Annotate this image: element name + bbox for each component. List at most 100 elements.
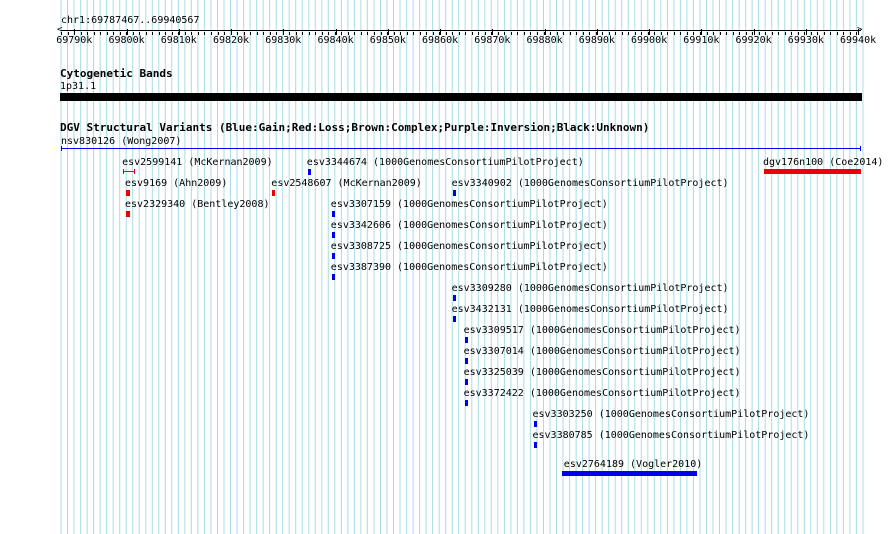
ruler-minor-tick (576, 32, 578, 35)
dgv-feature-label[interactable]: esv2329340 (Bentley2008) (125, 199, 270, 211)
ruler-minor-tick (354, 32, 356, 35)
dgv-feature-label[interactable]: esv3307014 (1000GenomesConsortiumPilotPr… (464, 346, 741, 358)
dgv-feature-bar[interactable] (533, 421, 537, 427)
dgv-feature-end-cap (134, 169, 136, 174)
ruler-tick-label: 69850k (369, 35, 406, 46)
dgv-feature-end-cap (860, 146, 861, 151)
dgv-feature-bar[interactable] (533, 442, 537, 448)
ruler-minor-tick (471, 32, 473, 35)
ruler-tick-label: 69930k (787, 35, 824, 46)
dgv-feature-bar[interactable] (764, 169, 861, 174)
ruler-minor-tick (145, 32, 147, 35)
dgv-feature-bar[interactable] (561, 471, 697, 476)
ruler-minor-tick (250, 32, 252, 35)
dgv-feature-bar[interactable] (464, 337, 468, 343)
dgv-feature-label[interactable]: esv3303250 (1000GenomesConsortiumPilotPr… (533, 409, 810, 421)
dgv-feature-label[interactable]: esv3308725 (1000GenomesConsortiumPilotPr… (331, 241, 608, 253)
ruler-minor-tick (673, 32, 675, 35)
cytoband-track-title[interactable]: Cytogenetic Bands (60, 68, 173, 80)
ruler-minor-tick (158, 32, 160, 35)
dgv-feature-label[interactable]: esv3344674 (1000GenomesConsortiumPilotPr… (307, 157, 584, 169)
dgv-feature-label[interactable]: esv3387390 (1000GenomesConsortiumPilotPr… (331, 262, 608, 274)
ruler-minor-tick (569, 32, 571, 35)
ruler-tick-label: 69910k (683, 35, 720, 46)
ruler-minor-tick (204, 32, 206, 35)
ruler-minor-tick (621, 32, 623, 35)
ruler-tick-label: 69820k (213, 35, 250, 46)
ruler-minor-tick (413, 32, 415, 35)
ruler-minor-tick (523, 32, 525, 35)
ruler-tick-label: 69790k (56, 35, 93, 46)
dgv-feature-end-cap (123, 169, 125, 174)
dgv-feature-label[interactable]: esv3307159 (1000GenomesConsortiumPilotPr… (331, 199, 608, 211)
position-label: chr1:69787467..69940567 (61, 15, 200, 26)
dgv-feature-bar[interactable] (464, 400, 468, 406)
dgv-feature-label[interactable]: esv2764189 (Vogler2010) (564, 459, 702, 471)
dgv-feature-bar[interactable] (464, 379, 468, 385)
ruler-minor-tick (615, 32, 617, 35)
dgv-track-title[interactable]: DGV Structural Variants (Blue:Gain;Red:L… (60, 122, 649, 134)
genome-browser-view: chr1:69787467..69940567 < >69790k 69800k 69… (0, 0, 890, 534)
ruler-minor-tick (302, 32, 304, 35)
ruler-minor-tick (628, 32, 630, 35)
ruler-minor-tick (367, 32, 369, 35)
dgv-feature-bar[interactable] (452, 316, 456, 322)
dgv-feature-bar[interactable] (272, 190, 276, 196)
ruler-tick-label: 69840k (317, 35, 354, 46)
dgv-feature-label[interactable]: esv2599141 (McKernan2009) (122, 157, 273, 169)
ruler-minor-tick (771, 32, 773, 35)
ruler-minor-tick (152, 32, 154, 35)
dgv-feature-label[interactable]: esv3342606 (1000GenomesConsortiumPilotPr… (331, 220, 608, 232)
ruler-minor-tick (360, 32, 362, 35)
dgv-feature-bar[interactable] (331, 274, 335, 280)
dgv-feature-bar[interactable] (452, 190, 456, 196)
dgv-feature-label[interactable]: esv3380785 (1000GenomesConsortiumPilotPr… (533, 430, 810, 442)
dgv-feature-bar[interactable] (464, 358, 468, 364)
ruler-tick-label: 69890k (578, 35, 615, 46)
dgv-feature-label[interactable]: esv9169 (Ahn2009) (125, 178, 227, 190)
dgv-feature-label[interactable]: esv3325039 (1000GenomesConsortiumPilotPr… (464, 367, 741, 379)
dgv-feature-bar[interactable] (61, 148, 861, 149)
dgv-feature-bar[interactable] (331, 232, 335, 238)
dgv-feature-end-cap (61, 146, 62, 151)
ruler-tick-label: 69940k (840, 35, 877, 46)
ruler-axis-line (61, 30, 861, 31)
dgv-feature-label[interactable]: dgv176n100 (Coe2014) (763, 157, 883, 169)
dgv-feature-label[interactable]: esv3432131 (1000GenomesConsortiumPilotPr… (452, 304, 729, 316)
ruler-minor-tick (719, 32, 721, 35)
dgv-feature-label[interactable]: nsv830126 (Wong2007) (61, 136, 181, 148)
ruler-tick-label: 69810k (160, 35, 197, 46)
ruler-minor-tick (836, 32, 838, 35)
ruler-minor-tick (726, 32, 727, 35)
cytoband-bar[interactable] (60, 93, 862, 101)
dgv-feature-bar[interactable] (126, 211, 130, 217)
dgv-feature-label[interactable]: esv3372422 (1000GenomesConsortiumPilotPr… (464, 388, 741, 400)
ruler-tick-label: 69860k (422, 35, 459, 46)
ruler-minor-tick (517, 32, 519, 35)
ruler-tick-label: 69800k (108, 35, 145, 46)
ruler-minor-tick (563, 32, 564, 35)
ruler-minor-tick (680, 32, 682, 35)
ruler-tick-label: 69900k (631, 35, 668, 46)
ruler-minor-tick (197, 32, 199, 35)
ruler-tick-label: 69880k (526, 35, 563, 46)
dgv-feature-bar[interactable] (452, 295, 456, 301)
dgv-feature-label[interactable]: esv3340902 (1000GenomesConsortiumPilotPr… (452, 178, 729, 190)
dgv-feature-label[interactable]: esv3309517 (1000GenomesConsortiumPilotPr… (464, 325, 741, 337)
dgv-feature-bar[interactable] (331, 253, 335, 259)
ruler-minor-tick (263, 32, 265, 35)
ruler-minor-tick (732, 32, 734, 35)
ruler-minor-tick (823, 32, 825, 35)
ruler-minor-tick (419, 32, 421, 35)
cytoband-label: 1p31.1 (60, 81, 97, 92)
ruler-minor-tick (465, 32, 467, 35)
dgv-feature-bar[interactable] (126, 190, 130, 196)
dgv-feature-label[interactable]: esv2548607 (McKernan2009) (271, 178, 422, 190)
ruler-tick-label: 69830k (265, 35, 302, 46)
ruler-minor-tick (784, 32, 786, 35)
ruler-tick-label: 69920k (735, 35, 772, 46)
dgv-feature-label[interactable]: esv3309280 (1000GenomesConsortiumPilotPr… (452, 283, 729, 295)
dgv-feature-bar[interactable] (331, 211, 335, 217)
dgv-feature-bar[interactable] (307, 169, 311, 175)
ruler-minor-tick (830, 32, 832, 35)
